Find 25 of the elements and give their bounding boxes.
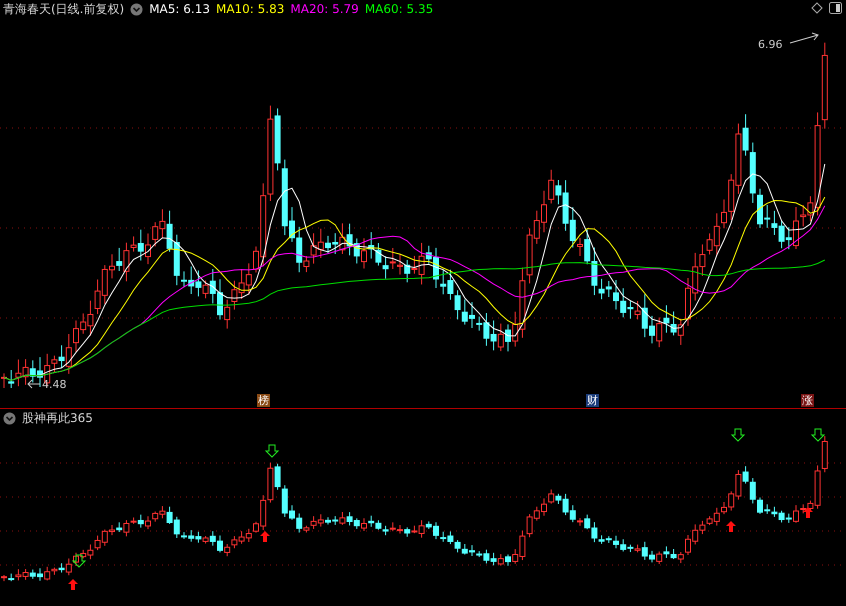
chevron-down-icon[interactable] (130, 2, 144, 16)
signal-marker: 财 (586, 394, 599, 407)
up-arrow-icon (68, 579, 78, 590)
up-arrow-icon (726, 521, 736, 532)
down-arrow-icon (72, 554, 86, 568)
chart-title: 青海春天(日线.前复权) (3, 0, 124, 18)
down-arrow-icon (730, 428, 746, 442)
high-price-label: 6.96 (758, 38, 782, 51)
signal-marker: 榜 (257, 394, 270, 407)
moving-average-value: MA60: 5.35 (364, 2, 434, 16)
moving-average-value: MA5: 6.13 (149, 2, 210, 16)
down-arrow-icon (810, 428, 826, 442)
moving-average-value: MA10: 5.83 (216, 2, 284, 16)
indicator-title: 股神再此365 (22, 410, 93, 426)
panel-toggle-icon[interactable] (829, 2, 842, 14)
signal-marker: 涨 (801, 394, 814, 407)
up-arrow-icon (260, 531, 270, 542)
up-arrow-icon (803, 507, 813, 518)
moving-average-value: MA20: 5.79 (290, 2, 359, 16)
chevron-down-icon[interactable] (3, 412, 16, 424)
arrow-icon (790, 32, 819, 44)
low-price-label: 4.48 (42, 378, 66, 391)
diamond-icon[interactable] (811, 2, 823, 14)
down-arrow-icon (264, 444, 280, 458)
arrow-icon (27, 380, 40, 388)
